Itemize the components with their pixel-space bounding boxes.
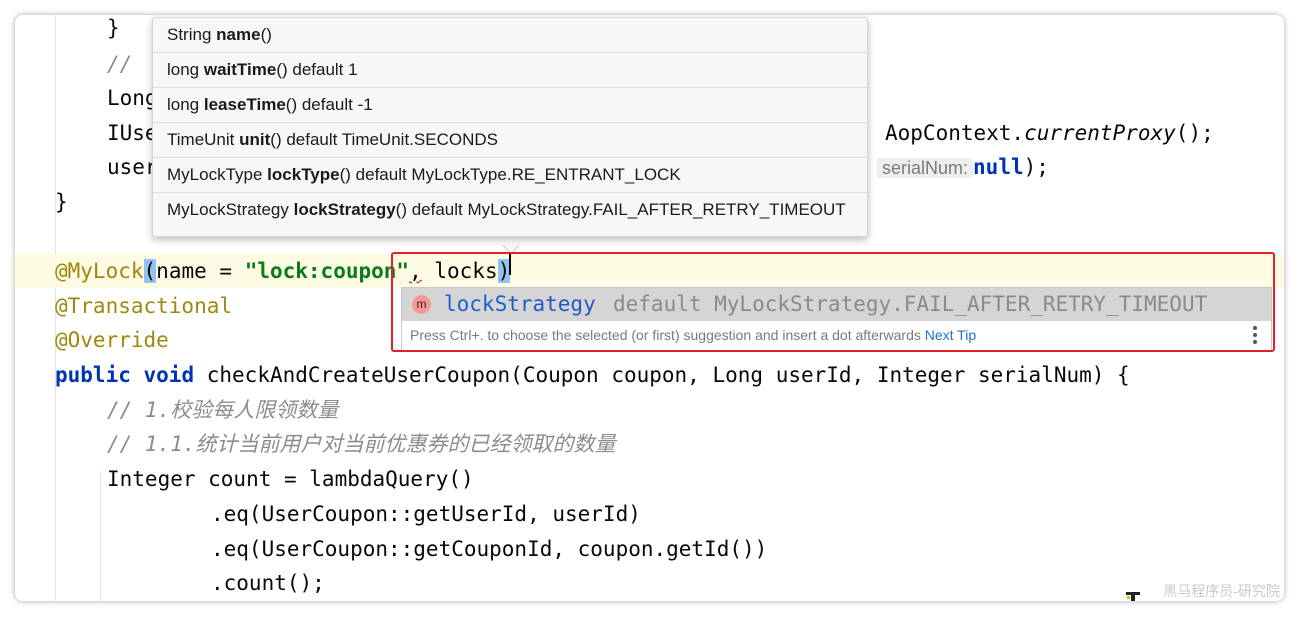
watermark-logo-icon xyxy=(1126,592,1140,601)
param-info-row[interactable]: TimeUnit unit() default TimeUnit.SECONDS xyxy=(153,123,867,158)
param-info-row[interactable]: long leaseTime() default -1 xyxy=(153,88,867,123)
code-line: .eq(UserCoupon::getCouponId, coupon.getI… xyxy=(211,537,768,561)
parameter-info-popup: String name() long waitTime() default 1 … xyxy=(152,17,868,237)
highlight-box xyxy=(391,252,1275,352)
code-line: Integer count = lambdaQuery() xyxy=(107,467,474,491)
method-signature: public void checkAndCreateUserCoupon(Cou… xyxy=(55,363,1130,387)
code-line: .eq(UserCoupon::getUserId, userId) xyxy=(211,502,641,526)
code-comment: // 1.校验每人限领数量 xyxy=(107,398,339,422)
code-comment: // 1.1.统计当前用户对当前优惠券的已经领取的数量 xyxy=(107,432,616,456)
param-info-row[interactable]: String name() xyxy=(153,18,867,53)
code-editor[interactable]: } // Long IUse AopContext.currentProxy();… xyxy=(15,15,1284,601)
param-info-row[interactable]: MyLockStrategy lockStrategy() default My… xyxy=(153,193,867,227)
param-hint: serialNum: xyxy=(877,158,974,178)
indent-guide xyxy=(100,470,101,601)
param-info-row[interactable]: long waitTime() default 1 xyxy=(153,53,867,88)
param-info-row[interactable]: MyLockType lockType() default MyLockType… xyxy=(153,158,867,193)
watermark: 黑马程序员-研究院 xyxy=(1163,584,1280,600)
code-line: .count(); xyxy=(211,571,325,595)
